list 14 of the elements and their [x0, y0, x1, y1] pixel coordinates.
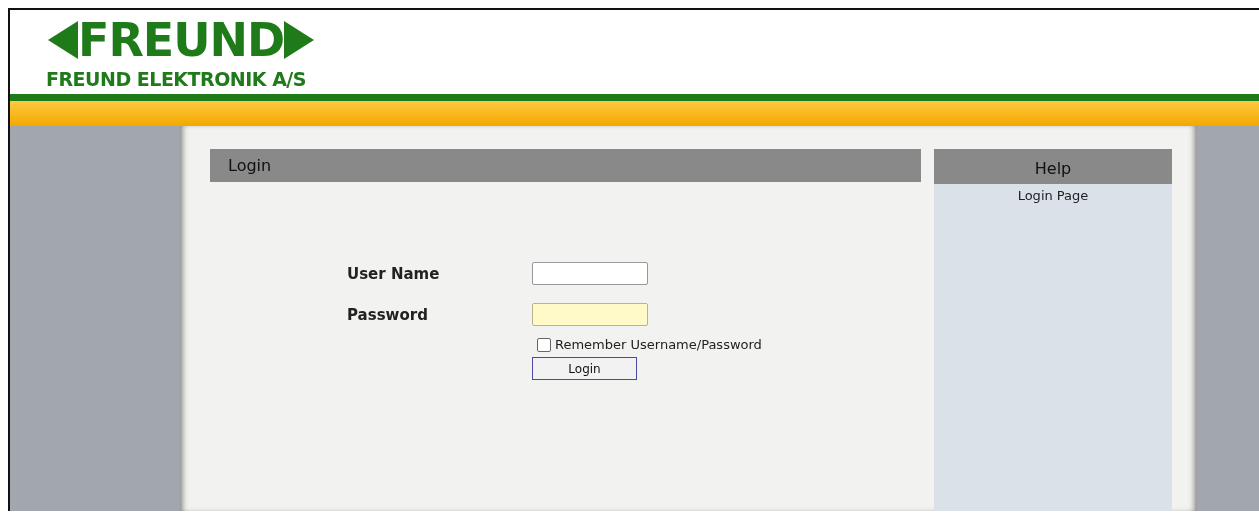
input-field[interactable]	[532, 262, 648, 285]
company-name: FREUND ELEKTRONIK A/S	[46, 68, 306, 90]
help-text: Login Page	[1016, 187, 1090, 203]
left-triangle-icon	[48, 21, 78, 59]
logo-text: FREUND	[78, 16, 285, 64]
field-label: User Name	[347, 264, 441, 283]
checkbox-label: Remember Username/Password	[555, 337, 762, 352]
panel-title: Help	[934, 149, 1172, 184]
input-field[interactable]	[532, 303, 648, 326]
remember-checkbox[interactable]	[537, 337, 551, 352]
login-button[interactable]: Login	[532, 357, 637, 380]
right-triangle-icon	[284, 21, 315, 59]
panel-title: Login	[210, 149, 921, 182]
field-label: Password	[347, 305, 429, 324]
